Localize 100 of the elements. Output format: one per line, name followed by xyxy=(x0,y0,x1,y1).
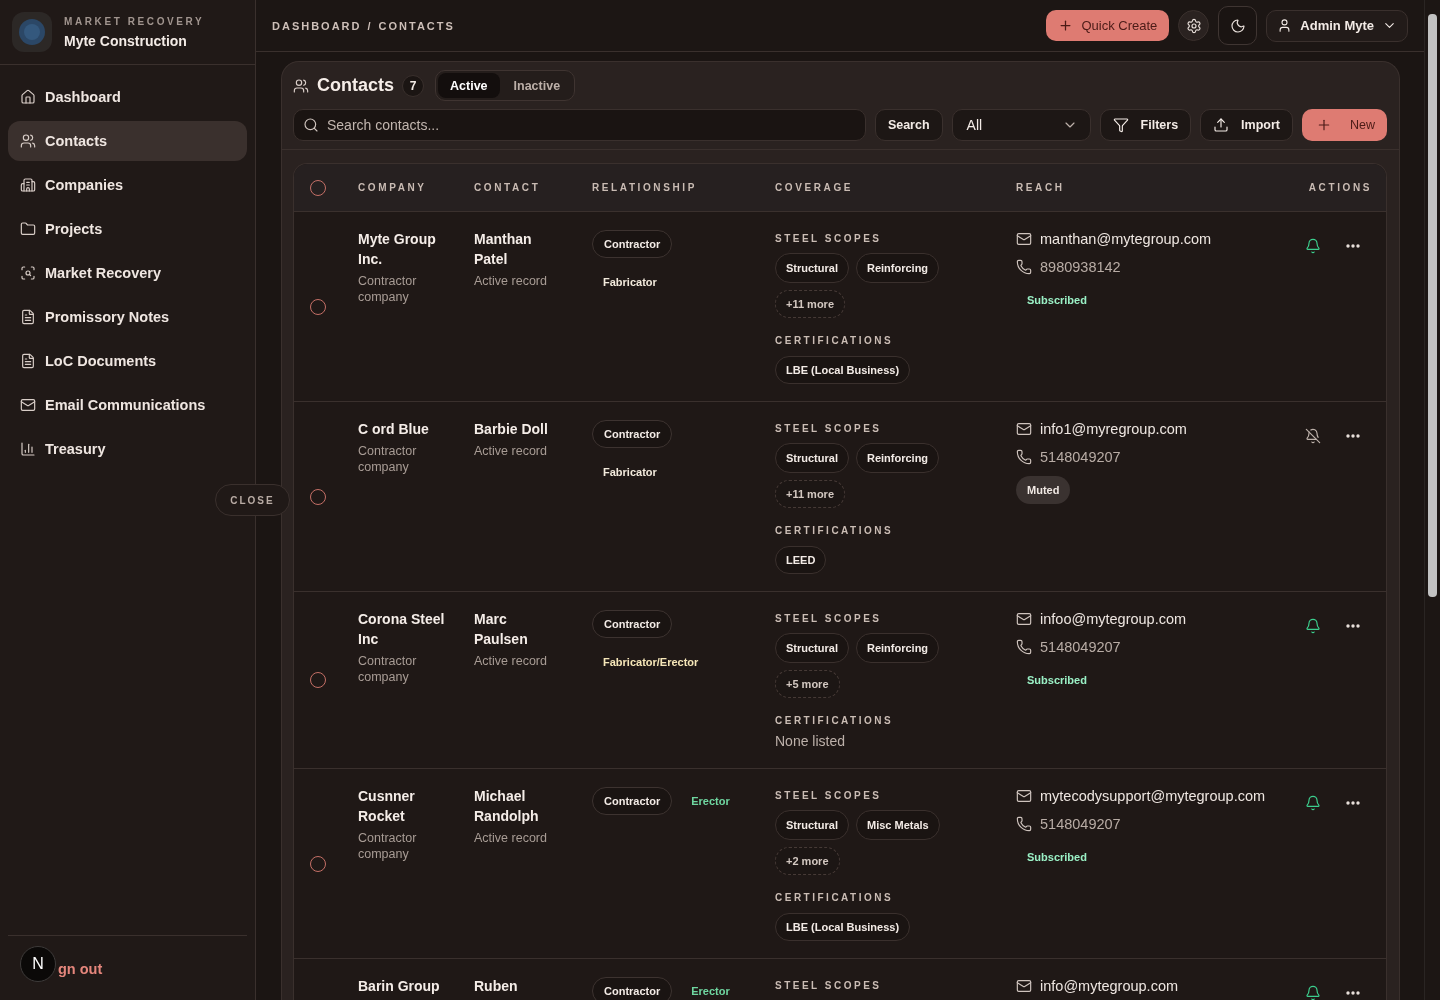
mail-icon xyxy=(1016,978,1032,994)
bell-icon xyxy=(1305,795,1321,811)
breadcrumb-separator: / xyxy=(367,19,373,32)
ellipsis-icon xyxy=(1346,801,1360,805)
empty-note: None listed xyxy=(775,732,846,751)
settings-button[interactable] xyxy=(1178,10,1210,41)
nav-item[interactable]: Email Communications xyxy=(8,385,247,425)
relationship-tag: Contractor xyxy=(592,787,673,815)
more-tag[interactable]: +11 more xyxy=(775,290,845,318)
plus-icon xyxy=(1316,117,1332,133)
scope-tag: Structural xyxy=(775,633,849,663)
column-header: COVERAGE xyxy=(775,182,854,193)
contact-name: Marc Paulsen xyxy=(474,610,529,649)
people-icon xyxy=(293,77,309,94)
nav-item[interactable]: Companies xyxy=(8,165,247,205)
workspace-label: MARKET RECOVERY xyxy=(64,15,205,28)
sign-out-link[interactable]: gn out xyxy=(58,959,103,979)
bell-icon xyxy=(1305,618,1321,634)
close-sidebar-button[interactable]: CLOSE xyxy=(215,484,290,516)
notification-status: Subscribed xyxy=(1026,293,1088,308)
phone-icon xyxy=(1016,816,1032,832)
relationship-role: Fabricator xyxy=(602,465,658,480)
nav-item[interactable]: Market Recovery xyxy=(8,253,247,293)
breadcrumb-link[interactable]: DASHBOARD xyxy=(272,19,362,32)
status-filter-select[interactable]: All xyxy=(951,109,1091,141)
mail-icon xyxy=(1016,611,1032,627)
bar-chart-icon xyxy=(20,441,36,457)
column-header: COMPANY xyxy=(358,182,427,193)
section-label: STEEL SCOPES xyxy=(775,979,882,993)
relationship-tag: Contractor xyxy=(592,977,673,1000)
import-button[interactable]: Import xyxy=(1200,109,1293,141)
contact-name: Barbie Doll xyxy=(474,420,548,439)
settings-icon xyxy=(1185,17,1202,34)
relationship-role: Fabricator/Erector xyxy=(602,655,700,670)
certification-tag: LEED xyxy=(775,546,827,574)
ellipsis-icon xyxy=(1346,434,1360,438)
nav-item[interactable]: LoC Documents xyxy=(8,341,247,381)
status-tab[interactable]: Active xyxy=(438,73,500,98)
nav-item[interactable]: Dashboard xyxy=(8,77,247,117)
ellipsis-icon xyxy=(1346,991,1360,995)
more-tag[interactable]: +5 more xyxy=(775,670,840,698)
phone-icon xyxy=(1016,259,1032,275)
folder-icon xyxy=(20,221,36,237)
logo-icon xyxy=(12,12,52,52)
ellipsis-icon xyxy=(1346,244,1360,248)
company-type: Contractor company xyxy=(358,273,418,305)
scope-tag: Reinforcing xyxy=(855,253,940,283)
theme-toggle-button[interactable] xyxy=(1218,6,1258,45)
nav-item[interactable]: Projects xyxy=(8,209,247,249)
mail-icon xyxy=(1016,421,1032,437)
user-menu-button[interactable]: Admin Myte xyxy=(1266,9,1408,42)
section-label: STEEL SCOPES xyxy=(775,232,882,246)
house-icon xyxy=(20,89,36,105)
dev-tools-badge[interactable]: N xyxy=(20,946,56,982)
bell-icon xyxy=(1305,985,1321,1000)
search-field[interactable]: Search contacts... xyxy=(293,109,866,141)
filters-button[interactable]: Filters xyxy=(1099,109,1192,141)
scope-tag: Structural xyxy=(775,810,849,840)
contact-name: Michael Randolph xyxy=(474,787,540,826)
upload-icon xyxy=(1213,117,1230,133)
more-tag[interactable]: +11 more xyxy=(775,480,845,508)
moon-icon xyxy=(1229,17,1246,34)
nav-item[interactable]: Treasury xyxy=(8,429,247,469)
count-badge: 7 xyxy=(402,74,424,97)
nav-item[interactable]: Promissory Notes xyxy=(8,297,247,337)
email-text: info@mytegroup.com xyxy=(1040,978,1179,994)
people-icon xyxy=(20,133,36,149)
new-contact-button[interactable]: New xyxy=(1302,109,1387,141)
more-tag[interactable]: +2 more xyxy=(775,847,840,875)
search-button[interactable]: Search xyxy=(874,109,943,141)
workspace-name: Myte Construction xyxy=(64,32,187,49)
mail-icon xyxy=(1016,788,1032,804)
phone-icon xyxy=(1016,639,1032,655)
certification-tag: LBE (Local Business) xyxy=(775,913,911,941)
column-header: ACTIONS xyxy=(1308,182,1372,193)
scope-tag: Misc Metals xyxy=(855,810,940,840)
phone-text: 5148049207 xyxy=(1040,449,1121,465)
scope-tag: Structural xyxy=(775,253,849,283)
company-type: Contractor company xyxy=(358,830,418,862)
relationship-role: Erector xyxy=(690,984,731,999)
company-type: Contractor company xyxy=(358,653,418,685)
phone-text: 8980938142 xyxy=(1040,259,1121,275)
phone-icon xyxy=(1016,449,1032,465)
section-label: CERTIFICATIONS xyxy=(775,334,894,348)
quick-create-button[interactable]: Quick Create xyxy=(1046,10,1170,41)
notification-status: Muted xyxy=(1016,476,1071,504)
relationship-tag: Contractor xyxy=(592,230,673,258)
phone-text: 5148049207 xyxy=(1040,816,1121,832)
email-text: manthan@mytegroup.com xyxy=(1040,231,1212,247)
document-icon xyxy=(20,353,36,369)
mail-icon xyxy=(1016,231,1032,247)
mail-icon xyxy=(20,397,36,413)
contact-name: Manthan Patel xyxy=(474,230,533,269)
status-tab[interactable]: Inactive xyxy=(501,73,573,98)
contact-status: Active record xyxy=(474,653,547,669)
scan-search-icon xyxy=(20,265,36,281)
nav-item[interactable]: Contacts xyxy=(8,121,247,161)
scrollbar-thumb[interactable] xyxy=(1428,14,1437,597)
email-text: mytecodysupport@mytegroup.com xyxy=(1040,788,1266,804)
panel-title: Contacts xyxy=(317,75,394,96)
